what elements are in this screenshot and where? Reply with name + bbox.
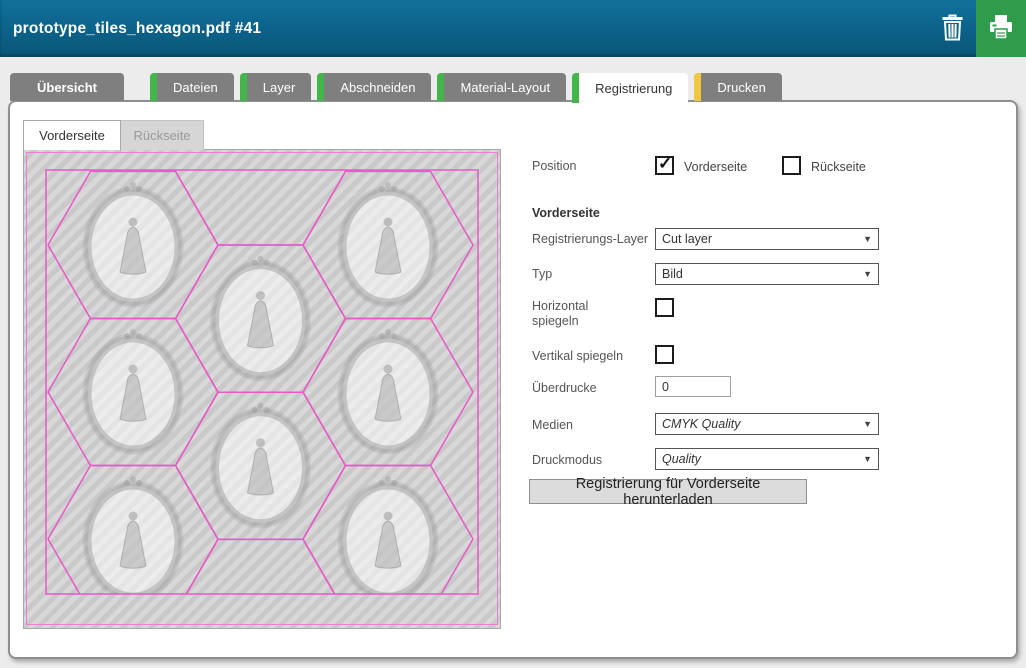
tab-uebersicht[interactable]: Übersicht bbox=[10, 73, 124, 101]
section-heading: Vorderseite bbox=[532, 206, 600, 220]
ueberdrucke-label: Überdrucke bbox=[532, 381, 597, 396]
chevron-down-icon: ▼ bbox=[863, 454, 872, 464]
medien-value: CMYK Quality bbox=[662, 417, 863, 431]
side-tab-bar: Vorderseite Rückseite bbox=[23, 120, 204, 150]
delete-button[interactable] bbox=[928, 0, 976, 57]
subtab-rueckseite[interactable]: Rückseite bbox=[121, 120, 204, 150]
position-vorderseite-label: Vorderseite bbox=[684, 160, 747, 174]
chevron-down-icon: ▼ bbox=[863, 234, 872, 244]
tab-layer[interactable]: Layer bbox=[240, 73, 312, 101]
layout-preview bbox=[23, 149, 501, 629]
druckmodus-value: Quality bbox=[662, 452, 863, 466]
checkmark-icon: ✓ bbox=[658, 154, 672, 174]
title-bar: prototype_tiles_hexagon.pdf #41 bbox=[0, 0, 1026, 57]
horizontal-spiegeln-label: Horizontal spiegeln bbox=[532, 299, 610, 329]
vertikal-spiegeln-checkbox[interactable] bbox=[655, 345, 674, 364]
chevron-down-icon: ▼ bbox=[863, 269, 872, 279]
position-label: Position bbox=[532, 159, 576, 174]
typ-value: Bild bbox=[662, 267, 863, 281]
tab-dateien[interactable]: Dateien bbox=[150, 73, 234, 101]
tab-abschneiden[interactable]: Abschneiden bbox=[317, 73, 431, 101]
medien-dropdown[interactable]: CMYK Quality ▼ bbox=[655, 413, 879, 435]
registrierung-panel: Vorderseite Rückseite Position ✓ Vorders… bbox=[8, 100, 1018, 659]
tab-material-layout[interactable]: Material-Layout bbox=[437, 73, 566, 101]
download-registrierung-button[interactable]: Registrierung für Vorderseite herunterla… bbox=[529, 479, 807, 504]
trash-icon bbox=[941, 14, 964, 44]
preview-canvas-svg bbox=[24, 150, 500, 628]
horizontal-spiegeln-checkbox[interactable] bbox=[655, 298, 674, 317]
position-rueckseite-label: Rückseite bbox=[811, 160, 866, 174]
subtab-vorderseite[interactable]: Vorderseite bbox=[23, 120, 121, 150]
chevron-down-icon: ▼ bbox=[863, 419, 872, 429]
registrierungs-layer-value: Cut layer bbox=[662, 232, 863, 246]
tab-drucken[interactable]: Drucken bbox=[694, 73, 781, 101]
ueberdrucke-input[interactable] bbox=[655, 376, 731, 397]
druckmodus-dropdown[interactable]: Quality ▼ bbox=[655, 448, 879, 470]
position-vorderseite-checkbox[interactable]: ✓ bbox=[655, 156, 674, 175]
typ-dropdown[interactable]: Bild ▼ bbox=[655, 263, 879, 285]
druckmodus-label: Druckmodus bbox=[532, 453, 602, 468]
registrierungs-layer-label: Registrierungs-Layer bbox=[532, 232, 648, 247]
typ-label: Typ bbox=[532, 267, 552, 282]
position-rueckseite-checkbox[interactable] bbox=[782, 156, 801, 175]
print-button[interactable] bbox=[976, 0, 1026, 57]
medien-label: Medien bbox=[532, 418, 573, 433]
registrierungs-layer-dropdown[interactable]: Cut layer ▼ bbox=[655, 228, 879, 250]
main-tab-bar: Übersicht Dateien Layer Abschneiden Mate… bbox=[10, 73, 788, 103]
vertikal-spiegeln-label: Vertikal spiegeln bbox=[532, 349, 623, 364]
printer-icon bbox=[988, 14, 1014, 43]
document-title: prototype_tiles_hexagon.pdf #41 bbox=[0, 20, 928, 38]
tab-registrierung[interactable]: Registrierung bbox=[572, 73, 688, 103]
